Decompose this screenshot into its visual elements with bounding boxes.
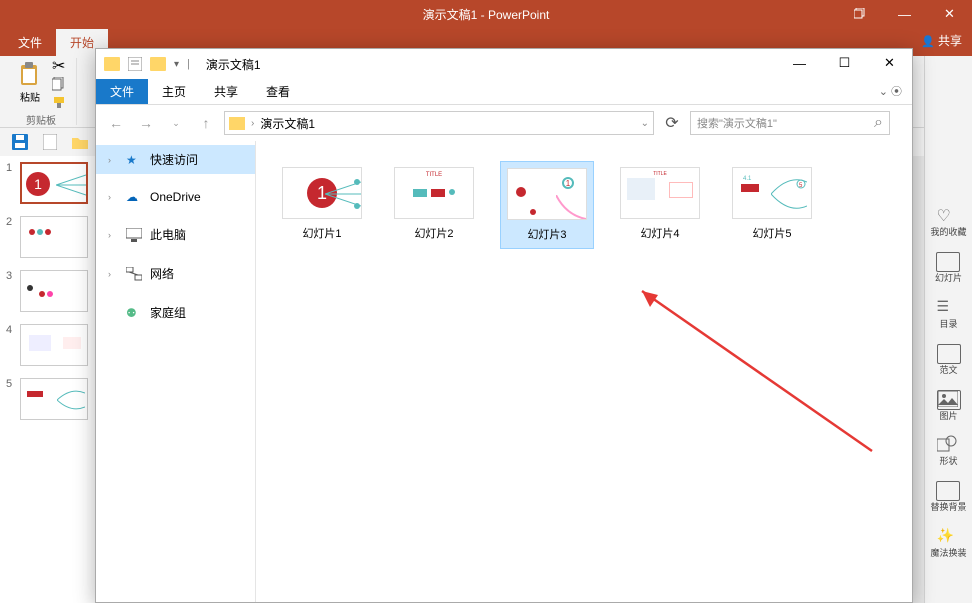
network-icon	[126, 267, 142, 281]
open-icon[interactable]	[70, 132, 90, 152]
explorer-tab-view[interactable]: 查看	[252, 79, 304, 104]
folder-icon	[104, 57, 120, 71]
monitor-icon	[126, 228, 142, 242]
folder-icon	[150, 57, 166, 71]
chevron-right-icon: ›	[108, 269, 118, 279]
up-button[interactable]: ↑	[194, 111, 218, 135]
file-thumbnail: 1	[507, 168, 587, 220]
explorer-ribbon-tabs: 文件 主页 共享 查看 ⌄ ⦿	[96, 79, 912, 105]
sidebar-collection[interactable]: ♡我的收藏	[930, 206, 966, 238]
nav-quick-access[interactable]: › ★ 快速访问	[96, 145, 255, 174]
sidebar-toc[interactable]: ☰目录	[937, 298, 961, 330]
cut-icon[interactable]: ✂	[52, 58, 70, 74]
ppt-right-sidebar: ♡我的收藏 幻灯片 ☰目录 范文 图片 形状 替换背景 ✨魔法换装	[924, 56, 972, 603]
template-icon	[937, 344, 961, 364]
chevron-right-icon: ›	[108, 192, 118, 202]
file-item-5[interactable]: 4.15 幻灯片5	[726, 161, 818, 247]
clipboard-label: 剪贴板	[26, 112, 56, 127]
background-icon	[936, 481, 960, 501]
explorer-body: › ★ 快速访问 › ☁ OneDrive › 此电脑 › 网络	[96, 141, 912, 602]
sidebar-image[interactable]: 图片	[937, 390, 961, 422]
magic-icon: ✨	[936, 527, 960, 547]
slide-thumb-1[interactable]: 1 1	[6, 162, 89, 204]
tab-file[interactable]: 文件	[4, 29, 56, 56]
folder-icon	[229, 117, 245, 130]
ppt-restore-icon[interactable]	[837, 0, 882, 28]
nav-network[interactable]: › 网络	[96, 259, 255, 288]
addressbar-dropdown[interactable]: ⌄	[641, 118, 649, 129]
close-button[interactable]: ✕	[867, 49, 912, 77]
star-icon: ★	[126, 153, 142, 167]
file-item-2[interactable]: TITLE 幻灯片2	[388, 161, 480, 247]
ppt-titlebar: 演示文稿1 - PowerPoint — ✕	[0, 0, 972, 28]
heart-icon: ♡	[936, 206, 960, 226]
image-icon	[937, 390, 961, 410]
explorer-title: 演示文稿1	[206, 56, 261, 73]
slide-thumbnails-panel: 1 1 2 3 4 5	[0, 156, 96, 603]
file-item-4[interactable]: TITLE 幻灯片4	[614, 161, 706, 247]
file-item-3[interactable]: 1 幻灯片3	[500, 161, 594, 249]
explorer-window-controls: — ☐ ✕	[777, 49, 912, 77]
file-thumbnail: 1	[282, 167, 362, 219]
forward-button[interactable]: →	[134, 111, 158, 135]
file-item-1[interactable]: 1 幻灯片1	[276, 161, 368, 247]
recent-dropdown[interactable]: ⌄	[164, 111, 188, 135]
list-icon: ☰	[937, 298, 961, 318]
chevron-right-icon: ›	[108, 230, 118, 240]
address-bar[interactable]: › 演示文稿1 ⌄	[224, 111, 654, 135]
share-button[interactable]: 共享	[921, 32, 962, 49]
breadcrumb-item[interactable]: 演示文稿1	[260, 115, 315, 132]
search-input[interactable]: 搜索"演示文稿1" ⌕	[690, 111, 890, 135]
sidebar-slide[interactable]: 幻灯片	[935, 252, 962, 284]
file-thumbnail: TITLE	[620, 167, 700, 219]
close-icon[interactable]: ✕	[927, 0, 972, 28]
sidebar-magic[interactable]: ✨魔法换装	[930, 527, 966, 559]
properties-icon[interactable]	[128, 57, 142, 71]
slide-thumb-2[interactable]: 2	[6, 216, 89, 258]
annotation-arrow	[622, 281, 882, 461]
slide-thumb-3[interactable]: 3	[6, 270, 89, 312]
nav-homegroup[interactable]: ⚉ 家庭组	[96, 298, 255, 327]
slide-icon	[936, 252, 960, 272]
copy-icon[interactable]	[52, 76, 70, 92]
sidebar-shape[interactable]: 形状	[937, 435, 961, 467]
maximize-button[interactable]: ☐	[822, 49, 867, 77]
back-button[interactable]: ←	[104, 111, 128, 135]
new-icon[interactable]	[40, 132, 60, 152]
minimize-icon[interactable]: —	[882, 0, 927, 28]
shape-icon	[937, 435, 961, 455]
refresh-button[interactable]: ⟳	[660, 111, 684, 135]
file-explorer-window: ▾ | 演示文稿1 — ☐ ✕ 文件 主页 共享 查看 ⌄ ⦿ ← → ⌄ ↑ …	[95, 48, 913, 603]
chevron-right-icon: ›	[251, 118, 254, 129]
cloud-icon: ☁	[126, 190, 142, 204]
clipboard-group: 粘贴 ✂ 剪贴板	[6, 58, 77, 125]
search-icon[interactable]: ⌕	[874, 114, 883, 132]
explorer-tab-share[interactable]: 共享	[200, 79, 252, 104]
format-painter-icon[interactable]	[52, 94, 70, 110]
nav-onedrive[interactable]: › ☁ OneDrive	[96, 184, 255, 210]
slide-thumb-5[interactable]: 5	[6, 378, 89, 420]
explorer-titlebar[interactable]: ▾ | 演示文稿1 — ☐ ✕	[96, 49, 912, 79]
minimize-button[interactable]: —	[777, 49, 822, 77]
file-thumbnail: 4.15	[732, 167, 812, 219]
explorer-tab-file[interactable]: 文件	[96, 79, 148, 104]
homegroup-icon: ⚉	[126, 306, 142, 320]
explorer-tab-home[interactable]: 主页	[148, 79, 200, 104]
chevron-right-icon: ›	[108, 155, 118, 165]
nav-this-pc[interactable]: › 此电脑	[96, 220, 255, 249]
explorer-navigation: ← → ⌄ ↑ › 演示文稿1 ⌄ ⟳ 搜索"演示文稿1" ⌕	[96, 105, 912, 141]
file-thumbnail: TITLE	[394, 167, 474, 219]
sidebar-bg[interactable]: 替换背景	[930, 481, 966, 513]
help-icon[interactable]: ⌄ ⦿	[879, 83, 902, 99]
explorer-file-list[interactable]: 1 幻灯片1 TITLE 幻灯片2 1 幻灯片3 TITLE 幻灯片4 4.15…	[256, 141, 912, 602]
save-icon[interactable]	[10, 132, 30, 152]
explorer-navigation-pane: › ★ 快速访问 › ☁ OneDrive › 此电脑 › 网络	[96, 141, 256, 602]
ppt-window-controls: — ✕	[837, 0, 972, 28]
ppt-title: 演示文稿1 - PowerPoint	[423, 6, 550, 23]
sidebar-template[interactable]: 范文	[937, 344, 961, 376]
slide-thumb-4[interactable]: 4	[6, 324, 89, 366]
paste-button[interactable]: 粘贴	[12, 58, 48, 106]
